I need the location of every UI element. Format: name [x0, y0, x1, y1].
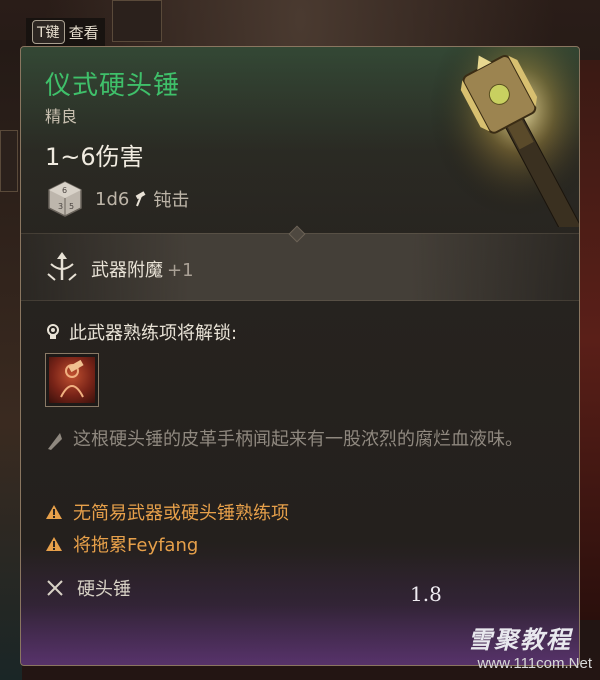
crossed-swords-icon	[47, 580, 63, 596]
proficiency-unlock-row: 此武器熟练项将解锁:	[45, 319, 237, 345]
dice-icon: 3 5 6	[48, 181, 82, 217]
damage-dice-row: 3 5 6 1d6 钝击	[45, 181, 189, 217]
unlock-text: 此武器熟练项将解锁:	[69, 323, 238, 344]
warning-row: 将拖累Feyfang	[45, 531, 198, 557]
warning-icon	[46, 505, 62, 519]
enchant-label: 武器附魔 +1	[91, 256, 194, 282]
weapon-type-row: 硬头锤	[45, 575, 131, 601]
item-weight: 1.8	[410, 582, 442, 606]
description-row: 这根硬头锤的皮革手柄闻起来有一股浓烈的腐烂血液味。	[45, 425, 565, 455]
warning-text: 将拖累Feyfang	[73, 535, 199, 556]
enchant-icon	[47, 252, 77, 281]
weapon-action-slot[interactable]	[45, 353, 99, 407]
item-description: 这根硬头锤的皮革手柄闻起来有一股浓烈的腐烂血液味。	[73, 429, 523, 450]
watermark-brand: 雪聚教程	[468, 626, 572, 654]
enchant-value: +1	[167, 260, 194, 281]
dice-value: 1d6	[95, 188, 130, 210]
bulb-icon	[47, 324, 59, 339]
item-damage: 1~6伤害	[45, 143, 144, 171]
key-hint: T键 查看	[26, 18, 105, 46]
watermark-site: www.111com.Net	[477, 655, 593, 672]
svg-text:3: 3	[58, 202, 63, 211]
dice-info: 1d6 钝击	[95, 186, 189, 212]
enchant-band: 武器附魔 +1	[21, 225, 579, 301]
svg-text:6: 6	[62, 186, 67, 195]
damage-type: 钝击	[153, 190, 190, 211]
svg-text:5: 5	[69, 202, 74, 211]
inventory-slot[interactable]	[112, 0, 162, 42]
inventory-slot[interactable]	[0, 130, 18, 192]
item-name: 仪式硬头锤	[45, 71, 181, 101]
enchant-name: 武器附魔	[91, 260, 163, 281]
item-tooltip: 仪式硬头锤 精良 1~6伤害 3 5 6 1d6 钝击 武器附魔 +1 此武器熟…	[20, 46, 580, 666]
mastery-icon	[49, 357, 95, 403]
key-cap: T键	[32, 20, 65, 44]
key-hint-action: 查看	[68, 23, 99, 42]
warning-icon	[46, 537, 62, 551]
warning-text: 无简易武器或硬头锤熟练项	[73, 503, 289, 524]
weapon-type: 硬头锤	[77, 579, 131, 600]
weapon-art	[429, 47, 579, 227]
item-rarity: 精良	[45, 107, 78, 126]
quill-icon	[48, 433, 62, 450]
hammer-icon	[136, 191, 146, 207]
warning-row: 无简易武器或硬头锤熟练项	[45, 499, 289, 525]
